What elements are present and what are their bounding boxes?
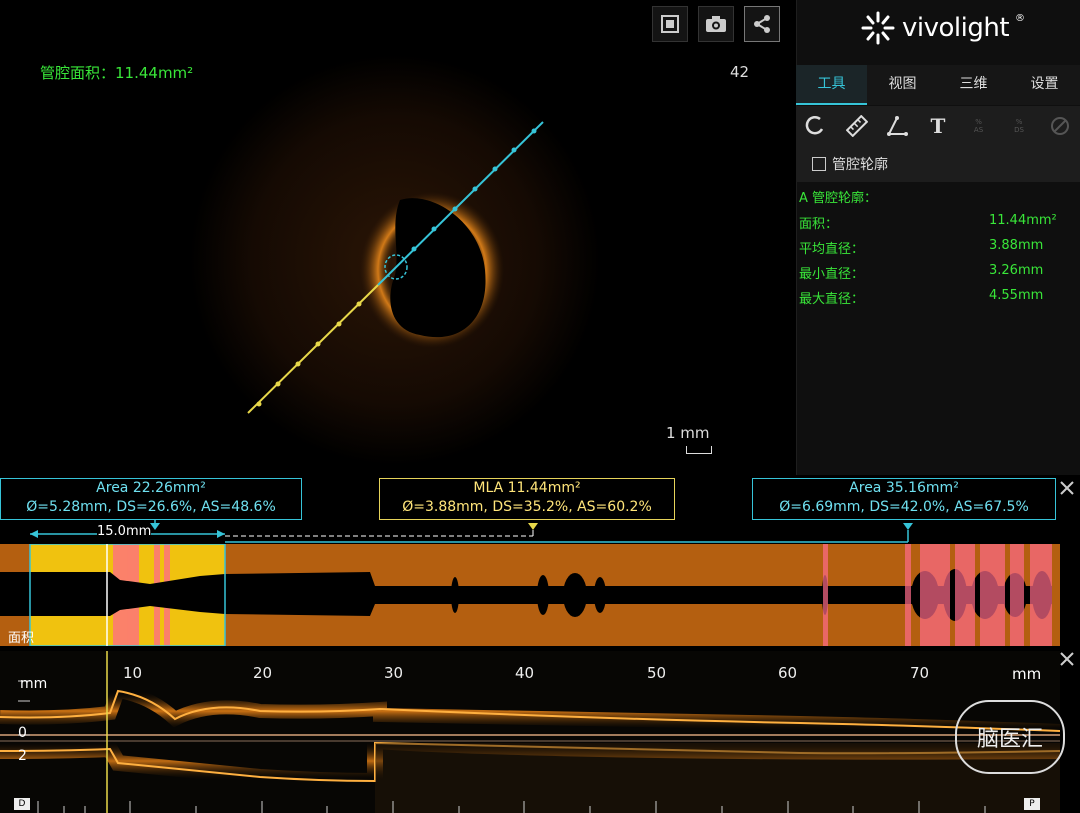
share-icon	[754, 15, 770, 33]
camera-icon	[706, 16, 726, 32]
logo-icon	[861, 11, 895, 45]
angle-icon	[887, 116, 909, 136]
axis-tick-label: 10	[123, 664, 143, 682]
area-profile-band[interactable]	[0, 544, 1060, 646]
axis-tick-label: 50	[647, 664, 667, 682]
contour-checkbox[interactable]	[812, 157, 826, 171]
text-icon: T	[930, 114, 946, 138]
close-icon	[1060, 481, 1074, 495]
watermark-logo: 脑医汇	[955, 700, 1065, 774]
tab-view[interactable]: 视图	[867, 65, 938, 105]
tab-tools[interactable]: 工具	[796, 65, 867, 105]
measurement-label: 最小直径：	[799, 267, 865, 282]
proximal-reference-box[interactable]: Area 22.26mm² Ø=5.28mm, DS=26.6%, AS=48.…	[0, 478, 302, 520]
logo-registered-mark: ®	[1015, 12, 1026, 24]
mla-stats: Ø=3.88mm, DS=35.2%, AS=60.2%	[402, 499, 652, 515]
reference-connectors	[30, 520, 913, 543]
distal-stats: Ø=6.69mm, DS=42.0%, AS=67.5%	[779, 499, 1029, 515]
lasso-tool-button[interactable]	[803, 113, 829, 139]
lumen-area-readout: 管腔面积：11.44mm²	[40, 64, 194, 82]
measurement-value: 4.55mm	[989, 288, 1044, 303]
contour-checkbox-label: 管腔轮廓	[832, 157, 888, 173]
distal-marker[interactable]: D	[14, 798, 30, 810]
tab-settings[interactable]: 设置	[1009, 65, 1080, 105]
measurement-row: 平均直径： 3.88mm	[799, 238, 1061, 257]
ruler-tool-button[interactable]	[844, 113, 870, 139]
axis-tick-label: 70	[910, 664, 930, 682]
fullscreen-icon	[661, 15, 679, 33]
mla-box[interactable]: MLA 11.44mm² Ø=3.88mm, DS=35.2%, AS=60.2…	[379, 478, 675, 520]
ruler-icon	[845, 115, 868, 137]
distal-reference-box[interactable]: Area 35.16mm² Ø=6.69mm, DS=42.0%, AS=67.…	[752, 478, 1056, 520]
proximal-stats: Ø=5.28mm, DS=26.6%, AS=48.6%	[26, 499, 276, 515]
proximal-marker[interactable]: P	[1024, 798, 1040, 810]
tab-3d[interactable]: 三维	[938, 65, 1009, 105]
measurement-row: 最小直径： 3.26mm	[799, 263, 1061, 282]
lasso-icon	[806, 116, 824, 135]
scale-label: 1 mm	[666, 424, 710, 442]
panel-tabs: 工具 视图 三维 设置	[796, 65, 1080, 105]
measurement-label: 平均直径：	[799, 242, 865, 257]
measurement-value: 11.44mm²	[989, 213, 1057, 228]
axis-tick-label: 20	[253, 664, 273, 682]
axis-tick-label: 40	[515, 664, 535, 682]
length-unit-label: mm	[1012, 665, 1042, 683]
diameter-stenosis-tool-button[interactable]: % DS	[1006, 113, 1032, 139]
measurement-title: A 管腔轮廓：	[799, 191, 878, 206]
scale-bar	[686, 446, 712, 454]
diameter-stenosis-icon: % DS	[1014, 118, 1025, 134]
measurement-row: 面积： 11.44mm²	[799, 213, 1061, 232]
disabled-tool-button[interactable]	[1047, 113, 1073, 139]
logo-text: vivolight	[902, 13, 1010, 43]
share-button[interactable]	[744, 6, 780, 42]
depth-tick-2: 2	[18, 748, 27, 764]
close-area-panel-button[interactable]	[1058, 478, 1080, 500]
depth-tick-0: 0	[18, 725, 27, 741]
measurement-value: 3.88mm	[989, 238, 1044, 253]
frame-number: 42	[730, 63, 750, 81]
measurement-value: 3.26mm	[989, 263, 1044, 278]
area-band-label: 面积	[8, 631, 35, 646]
vivolight-logo: vivolight ®	[860, 10, 1025, 46]
fullscreen-button[interactable]	[652, 6, 688, 42]
axis-tick-label: 30	[384, 664, 404, 682]
close-icon	[1060, 652, 1074, 666]
measurement-toolbar: T % AS % DS	[796, 106, 1080, 146]
contour-toggle-row[interactable]: 管腔轮廓	[796, 146, 1080, 182]
angle-tool-button[interactable]	[884, 113, 910, 139]
disabled-tool-icon	[1050, 117, 1069, 135]
segment-length-label: 15.0mm	[97, 524, 152, 539]
measurement-label: 最大直径：	[799, 292, 865, 307]
close-longitudinal-button[interactable]	[1058, 649, 1080, 671]
measurement-row: 最大直径： 4.55mm	[799, 288, 1061, 307]
measurement-label: 面积：	[799, 217, 839, 232]
depth-unit-label: mm	[20, 676, 48, 692]
text-tool-button[interactable]: T	[925, 113, 951, 139]
area-stenosis-tool-button[interactable]: % AS	[966, 113, 992, 139]
axis-tick-label: 60	[778, 664, 798, 682]
snapshot-button[interactable]	[698, 6, 734, 42]
mla-area: MLA 11.44mm²	[473, 480, 581, 496]
distal-area: Area 35.16mm²	[849, 480, 959, 496]
proximal-area: Area 22.26mm²	[96, 480, 206, 496]
area-stenosis-icon: % AS	[973, 118, 984, 134]
